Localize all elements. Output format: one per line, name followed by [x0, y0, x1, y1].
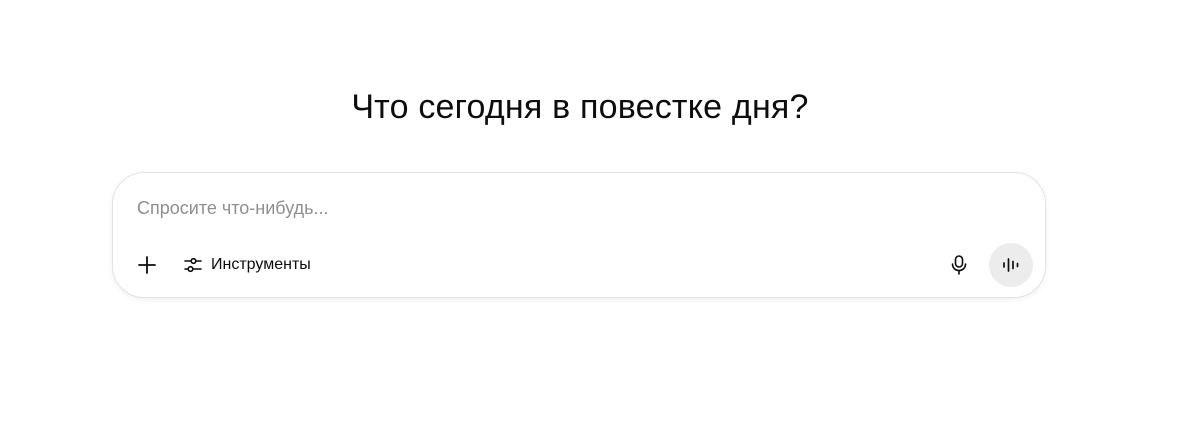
plus-icon: [137, 255, 157, 275]
tools-button[interactable]: Инструменты: [175, 245, 319, 285]
composer-toolbar: Инструменты: [127, 243, 1033, 287]
voice-mode-button[interactable]: [989, 243, 1033, 287]
page-heading: Что сегодня в повестке дня?: [351, 88, 809, 126]
sliders-icon: [183, 255, 203, 275]
voice-waveform-icon: [1001, 255, 1021, 275]
prompt-composer[interactable]: Инструменты: [112, 172, 1046, 298]
add-attachment-button[interactable]: [127, 245, 167, 285]
tools-button-label: Инструменты: [211, 256, 311, 273]
dictate-button[interactable]: [939, 245, 979, 285]
prompt-input[interactable]: [137, 195, 997, 221]
microphone-icon: [949, 254, 969, 276]
chat-home-page: Что сегодня в повестке дня? Спросите что…: [0, 0, 1200, 425]
